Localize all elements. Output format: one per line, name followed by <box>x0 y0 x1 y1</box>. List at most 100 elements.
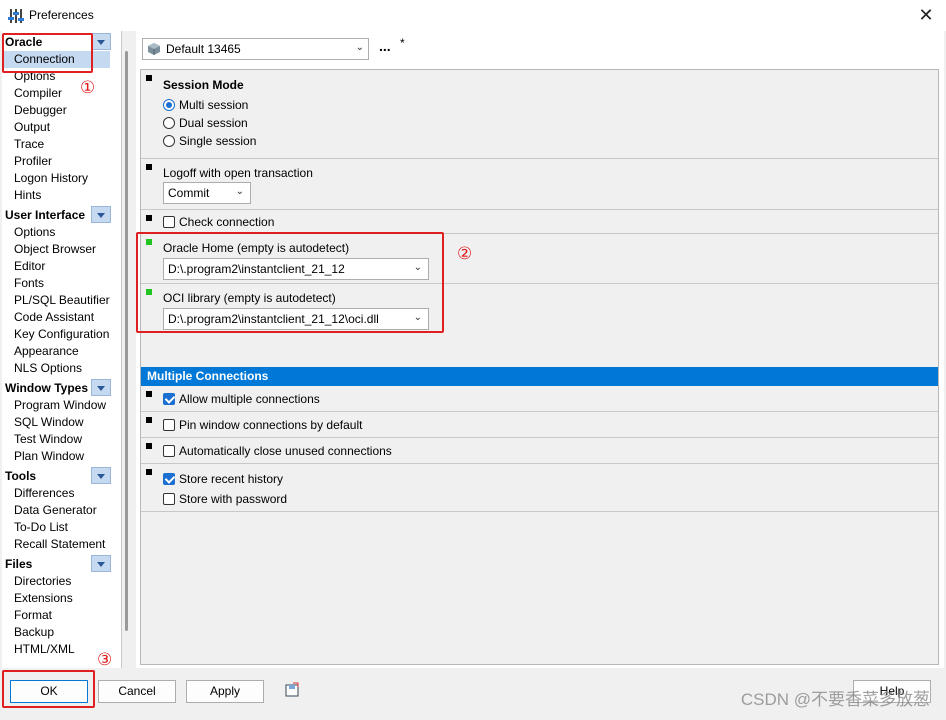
apply-button[interactable]: Apply <box>186 680 264 703</box>
logoff-value: Commit <box>168 186 210 200</box>
sidebar-item-object-browser[interactable]: Object Browser <box>2 241 121 258</box>
profile-value: Default 13465 <box>166 42 241 56</box>
checkbox-checked-icon <box>163 393 175 405</box>
watermark: CSDN @不要香菜多放葱 <box>740 690 930 709</box>
close-icon[interactable]: ✕ <box>916 5 936 25</box>
marker-icon <box>146 469 152 475</box>
chevron-down-icon[interactable] <box>91 555 111 572</box>
chevron-down-icon[interactable] <box>91 467 111 484</box>
sidebar-item-editor[interactable]: Editor <box>2 258 121 275</box>
checkbox-icon <box>163 493 175 505</box>
chevron-down-icon[interactable] <box>91 379 111 396</box>
annotation-number-2: ② <box>457 244 473 263</box>
marker-icon <box>146 417 152 423</box>
session-mode-title: Session Mode <box>163 78 244 92</box>
logoff-label: Logoff with open transaction <box>163 166 313 180</box>
sidebar-item-output[interactable]: Output <box>2 119 121 136</box>
checkbox-label: Check connection <box>179 215 275 229</box>
title-bar: Preferences ✕ <box>0 0 946 31</box>
checkbox-icon <box>163 216 175 228</box>
sidebar-item-key-configuration[interactable]: Key Configuration <box>2 326 121 343</box>
more-button[interactable]: ... <box>379 38 391 54</box>
sidebar-item-test-window[interactable]: Test Window <box>2 431 121 448</box>
pin-window-section: Pin window connections by default <box>141 412 938 438</box>
annotation-number-1: ① <box>80 78 96 97</box>
annotation-number-3: ③ <box>97 650 113 669</box>
settings-panel: Default 13465 ⌄ ... * Session Mode Multi… <box>136 31 944 668</box>
category-label: Tools <box>5 469 37 483</box>
annotation-box-3 <box>2 670 95 708</box>
category-tools[interactable]: Tools <box>2 466 121 485</box>
radio-icon <box>163 135 175 147</box>
radio-label: Single session <box>179 134 257 148</box>
auto-close-section: Automatically close unused connections <box>141 438 938 464</box>
checkbox-label: Store with password <box>179 492 288 506</box>
checkbox-icon <box>163 419 175 431</box>
category-window-types[interactable]: Window Types <box>2 378 121 397</box>
sidebar-item-data-generator[interactable]: Data Generator <box>2 502 121 519</box>
radio-label: Dual session <box>179 116 248 130</box>
sidebar-item-profiler[interactable]: Profiler <box>2 153 121 170</box>
sidebar-item-differences[interactable]: Differences <box>2 485 121 502</box>
modified-marker: * <box>400 36 405 50</box>
chevron-down-icon[interactable] <box>91 206 111 223</box>
profile-select[interactable]: Default 13465 ⌄ <box>142 38 369 60</box>
marker-icon <box>146 391 152 397</box>
sidebar-item-directories[interactable]: Directories <box>2 573 121 590</box>
scrollbar-thumb[interactable] <box>125 51 128 631</box>
sidebar-item-code-assistant[interactable]: Code Assistant <box>2 309 121 326</box>
marker-icon <box>146 75 152 81</box>
sidebar-scrollbar[interactable] <box>122 31 132 668</box>
sidebar-item-appearance[interactable]: Appearance <box>2 343 121 360</box>
sidebar-item-program-window[interactable]: Program Window <box>2 397 121 414</box>
checkbox-label: Store recent history <box>179 472 284 486</box>
category-label: Files <box>5 557 33 571</box>
radio-icon <box>163 117 175 129</box>
chevron-down-icon: ⌄ <box>235 186 244 197</box>
category-user-interface[interactable]: User Interface <box>2 205 121 224</box>
allow-multiple-section: Allow multiple connections <box>141 386 938 412</box>
sidebar-item-logon-history[interactable]: Logon History <box>2 170 121 187</box>
sidebar-item-recall-statement[interactable]: Recall Statement <box>2 536 121 553</box>
sidebar-item-sql-window[interactable]: SQL Window <box>2 414 121 431</box>
checkbox-checked-icon <box>163 473 175 485</box>
checkbox-icon <box>163 445 175 457</box>
sidebar-item-extensions[interactable]: Extensions <box>2 590 121 607</box>
settings-grid: Session Mode Multi session Dual session … <box>140 69 939 665</box>
checkbox-label: Automatically close unused connections <box>179 444 392 458</box>
app-icon <box>8 9 24 23</box>
session-mode-section: Session Mode Multi session Dual session … <box>141 70 938 159</box>
sidebar-item-compiler[interactable]: Compiler <box>2 85 121 102</box>
sidebar-item-plsql-beautifier[interactable]: PL/SQL Beautifier <box>2 292 121 309</box>
sidebar-item-ui-options[interactable]: Options <box>2 224 121 241</box>
sidebar-item-nls-options[interactable]: NLS Options <box>2 360 121 377</box>
marker-icon <box>146 443 152 449</box>
preferences-sidebar: Oracle Connection Options Compiler Debug… <box>2 31 122 668</box>
category-files[interactable]: Files <box>2 554 121 573</box>
marker-icon <box>146 215 152 221</box>
sidebar-item-plan-window[interactable]: Plan Window <box>2 448 121 465</box>
chevron-down-icon: ⌄ <box>355 42 364 53</box>
sidebar-item-debugger[interactable]: Debugger <box>2 102 121 119</box>
window-title: Preferences <box>29 8 94 22</box>
sidebar-item-todo-list[interactable]: To-Do List <box>2 519 121 536</box>
sidebar-item-backup[interactable]: Backup <box>2 624 121 641</box>
sidebar-item-fonts[interactable]: Fonts <box>2 275 121 292</box>
sidebar-item-hints[interactable]: Hints <box>2 187 121 204</box>
marker-icon <box>146 164 152 170</box>
database-icon <box>148 43 160 55</box>
save-icon[interactable] <box>284 682 300 698</box>
logoff-select[interactable]: Commit ⌄ <box>163 182 251 204</box>
sidebar-item-format[interactable]: Format <box>2 607 121 624</box>
checkbox-label: Allow multiple connections <box>179 392 320 406</box>
multiple-connections-header: Multiple Connections <box>141 367 938 386</box>
check-connection-section: Check connection <box>141 210 938 234</box>
checkbox-label: Pin window connections by default <box>179 418 363 432</box>
radio-label: Multi session <box>179 98 249 112</box>
chevron-down-icon[interactable] <box>91 33 111 50</box>
category-label: User Interface <box>5 208 86 222</box>
sidebar-item-trace[interactable]: Trace <box>2 136 121 153</box>
radio-selected-icon <box>163 99 175 111</box>
logoff-section: Logoff with open transaction Commit ⌄ <box>141 159 938 210</box>
cancel-button[interactable]: Cancel <box>98 680 176 703</box>
